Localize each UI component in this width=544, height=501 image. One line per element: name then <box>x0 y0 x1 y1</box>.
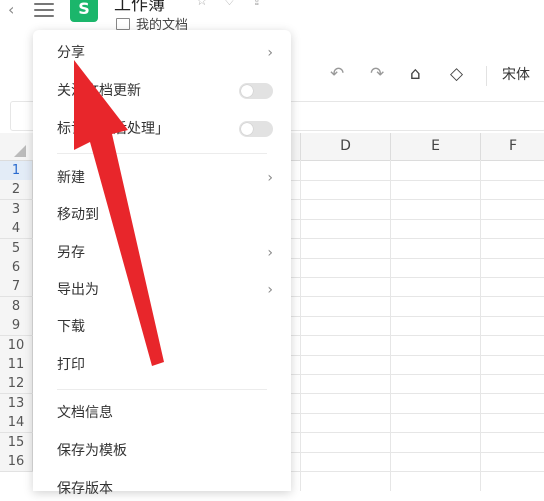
row-header[interactable]: 9 <box>0 316 33 336</box>
menu-item-label: 关注文档更新 <box>57 83 141 99</box>
menu-item-label: 下载 <box>57 319 85 335</box>
top-bar: ‹ S 工作簿 我的文档 ☆ ♡ ⇪ <box>0 0 544 33</box>
menu-item-save-version[interactable]: 保存版本 <box>57 477 277 501</box>
star-icon[interactable]: ☆ <box>196 0 208 9</box>
menu-divider <box>57 389 267 390</box>
title-actions: ☆ ♡ ⇪ <box>196 0 262 9</box>
font-family-select[interactable]: 宋体 <box>502 64 530 84</box>
menu-divider <box>57 153 267 154</box>
row-header[interactable]: 1 <box>0 161 33 181</box>
menu-item-doc-info[interactable]: 文档信息 <box>57 401 277 425</box>
column-header-e[interactable]: E <box>390 133 480 160</box>
menu-item-save-as[interactable]: 另存 › <box>57 241 277 265</box>
menu-item-label: 新建 <box>57 170 85 186</box>
menu-item-save-template[interactable]: 保存为模板 <box>57 439 277 463</box>
menu-item-label: 保存为模板 <box>57 443 127 459</box>
menu-item-move-to[interactable]: 移动到 <box>57 203 277 227</box>
share-out-icon[interactable]: ⇪ <box>251 0 262 9</box>
tag-icon[interactable]: ♡ <box>224 0 236 9</box>
column-header-f[interactable]: F <box>480 133 544 160</box>
toolbar-divider <box>486 66 487 86</box>
row-header[interactable]: 16 <box>0 452 33 472</box>
menu-item-export[interactable]: 导出为 › <box>57 278 277 302</box>
mark-later-toggle[interactable] <box>239 121 273 137</box>
row-header[interactable]: 7 <box>0 277 33 297</box>
row-header[interactable]: 12 <box>0 374 33 394</box>
menu-item-new[interactable]: 新建 › <box>57 166 277 190</box>
hamburger-menu-icon[interactable] <box>34 2 54 18</box>
chevron-right-icon: › <box>267 45 273 61</box>
menu-item-label: 标记「稍后处理」 <box>57 121 169 137</box>
chevron-right-icon: › <box>267 245 273 261</box>
row-header[interactable]: 15 <box>0 433 33 453</box>
menu-item-mark-later[interactable]: 标记「稍后处理」 <box>57 117 277 141</box>
menu-item-label: 文档信息 <box>57 405 113 421</box>
row-header[interactable]: 3 <box>0 200 33 220</box>
eraser-icon[interactable]: ◇ <box>450 64 463 84</box>
chevron-right-icon: › <box>267 282 273 298</box>
row-header[interactable]: 11 <box>0 355 33 375</box>
menu-item-download[interactable]: 下载 <box>57 315 277 339</box>
row-header[interactable]: 4 <box>0 219 33 239</box>
menu-item-label: 打印 <box>57 357 85 373</box>
chevron-right-icon: › <box>267 170 273 186</box>
row-header[interactable]: 10 <box>0 336 33 356</box>
menu-item-label: 分享 <box>57 45 85 61</box>
menu-item-print[interactable]: 打印 <box>57 353 277 377</box>
back-chevron-icon[interactable]: ‹ <box>8 2 22 18</box>
follow-updates-toggle[interactable] <box>239 83 273 99</box>
grid-column-line <box>300 160 301 491</box>
folder-icon <box>116 17 130 30</box>
menu-item-label: 移动到 <box>57 207 99 223</box>
row-header[interactable]: 13 <box>0 394 33 414</box>
grid-column-line <box>390 160 391 491</box>
format-painter-icon[interactable]: ⌂ <box>410 64 421 84</box>
editing-toolbar: ↶ ↷ ⌂ ◇ 宋体 <box>290 58 544 92</box>
app-logo: S <box>70 0 98 22</box>
row-header[interactable]: 5 <box>0 239 33 259</box>
menu-item-label: 保存版本 <box>57 481 113 497</box>
column-header-d[interactable]: D <box>300 133 390 160</box>
menu-item-follow-updates[interactable]: 关注文档更新 <box>57 79 277 103</box>
select-all-corner[interactable] <box>0 133 32 160</box>
menu-item-share[interactable]: 分享 › <box>57 41 277 65</box>
row-header[interactable]: 2 <box>0 180 33 200</box>
row-header[interactable]: 14 <box>0 413 33 433</box>
menu-item-label: 另存 <box>57 245 85 261</box>
grid-column-line <box>480 160 481 491</box>
row-header[interactable]: 6 <box>0 258 33 278</box>
undo-icon[interactable]: ↶ <box>330 64 344 84</box>
redo-icon[interactable]: ↷ <box>370 64 384 84</box>
document-title[interactable]: 工作簿 <box>114 0 165 15</box>
file-menu-dropdown: 分享 › 关注文档更新 标记「稍后处理」 新建 › 移动到 另存 › 导出为 ›… <box>33 30 291 497</box>
menu-item-label: 导出为 <box>57 282 99 298</box>
row-header[interactable]: 8 <box>0 297 33 317</box>
